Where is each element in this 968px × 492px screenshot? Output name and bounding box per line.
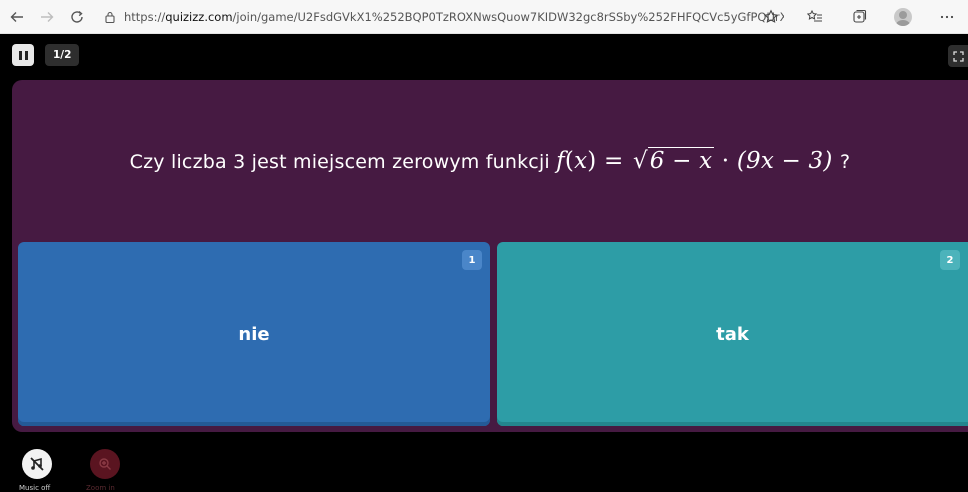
formula-sqrt: √6 − x bbox=[632, 147, 715, 174]
question-text: Czy liczba 3 jest miejscem zerowym funkc… bbox=[12, 147, 968, 174]
answer-option-1[interactable]: 1 nie bbox=[18, 242, 490, 426]
question-prefix: Czy liczba 3 jest miejscem zerowym funkc… bbox=[129, 151, 550, 173]
music-toggle-button[interactable] bbox=[22, 449, 52, 479]
lock-icon[interactable] bbox=[104, 10, 116, 24]
favorite-star-icon[interactable] bbox=[760, 6, 782, 28]
music-label: Music off bbox=[19, 484, 51, 492]
pause-icon bbox=[18, 50, 22, 60]
zoom-in-icon bbox=[99, 458, 111, 470]
browser-toolbar: https://quizizz.com/join/game/U2FsdGVkX1… bbox=[0, 0, 968, 34]
forward-arrow-icon[interactable] bbox=[36, 6, 58, 28]
formula-dot: · bbox=[714, 148, 737, 174]
formula-lparen: ( bbox=[564, 148, 575, 174]
music-off-icon bbox=[30, 457, 44, 471]
formula-factor: (9x − 3) bbox=[736, 148, 833, 174]
fullscreen-icon bbox=[952, 50, 964, 62]
url-domain: quizizz.com bbox=[165, 9, 233, 24]
reload-icon[interactable] bbox=[66, 6, 88, 28]
question-formula: f(x) = √6 − x · (9x − 3) bbox=[556, 147, 840, 174]
option-label: nie bbox=[238, 323, 270, 345]
back-arrow-icon[interactable] bbox=[6, 6, 28, 28]
url-prefix: https:// bbox=[124, 9, 166, 24]
profile-avatar[interactable] bbox=[892, 6, 914, 28]
url-path: /join/game/U2FsdGVkX1%252BQP0TzROXNwsQuo… bbox=[232, 9, 784, 24]
option-label: tak bbox=[716, 323, 749, 345]
collections-icon[interactable] bbox=[848, 6, 870, 28]
fullscreen-button[interactable] bbox=[948, 45, 968, 67]
option-number-badge: 1 bbox=[462, 250, 482, 270]
question-counter: 1/2 bbox=[45, 44, 80, 66]
formula-equals: = bbox=[596, 148, 631, 174]
more-menu-icon[interactable] bbox=[936, 6, 958, 28]
question-suffix: ? bbox=[840, 151, 851, 173]
zoom-in-button[interactable] bbox=[90, 449, 120, 479]
address-bar[interactable]: https://quizizz.com/join/game/U2FsdGVkX1… bbox=[124, 10, 784, 24]
favorites-list-icon[interactable] bbox=[804, 6, 826, 28]
pause-button[interactable] bbox=[12, 44, 34, 66]
answer-option-2[interactable]: 2 tak bbox=[497, 242, 968, 426]
formula-f: f bbox=[556, 148, 565, 174]
option-number-badge: 2 bbox=[940, 250, 960, 270]
formula-x: x bbox=[574, 148, 588, 174]
zoom-label: Zoom in bbox=[86, 484, 115, 492]
formula-sqrt-body: 6 − x bbox=[647, 147, 715, 174]
